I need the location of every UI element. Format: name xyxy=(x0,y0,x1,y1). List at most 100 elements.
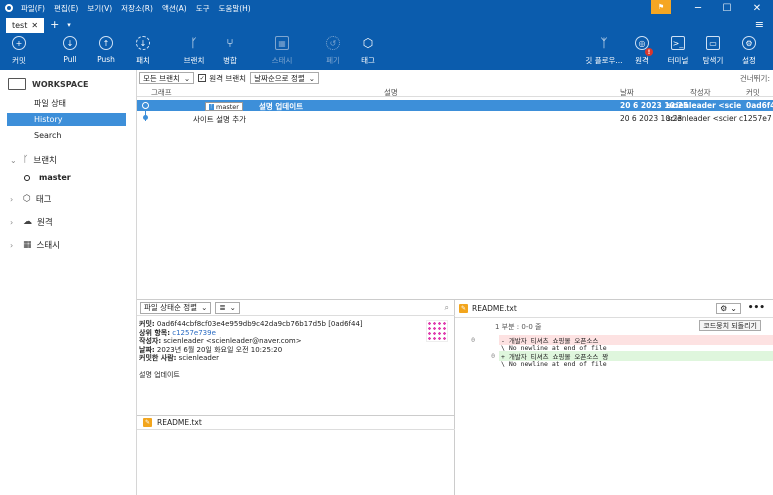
file-sort-value: 파일 상태순 정렬 xyxy=(144,303,198,312)
col-author[interactable]: 작성자 xyxy=(690,87,711,98)
file-sort-select[interactable]: 파일 상태순 정렬 ⌄ xyxy=(140,301,212,314)
flag-icon[interactable]: ⚑ xyxy=(651,0,671,14)
branch-filter-select[interactable]: 모든 브랜치 ⌄ xyxy=(139,72,195,84)
settings-button[interactable]: ⚙ 설정 xyxy=(731,36,767,66)
sidebar-section-stashes[interactable]: › ▦ 스태시 xyxy=(10,239,60,251)
tag-button[interactable]: ⬡ 태그 xyxy=(350,36,386,66)
hamburger-menu-icon[interactable]: ≡ xyxy=(755,18,764,31)
menu-repository[interactable]: 저장소(R) xyxy=(121,3,153,14)
menu-tools[interactable]: 도구 xyxy=(196,3,210,14)
sidebar-section-tags[interactable]: › ⬡ 태그 xyxy=(10,193,52,205)
tags-label: 태그 xyxy=(35,195,52,205)
sourcetree-logo-icon xyxy=(0,0,18,16)
more-options-icon[interactable]: ••• xyxy=(748,303,765,313)
title-bar: 파일(F) 편집(E) 보기(V) 저장소(R) 액션(A) 도구 도움말(H)… xyxy=(0,0,773,16)
sidebar-item-master[interactable]: master xyxy=(24,173,71,182)
remote-button[interactable]: ◎ ! 원격 xyxy=(624,36,660,66)
sidebar-section-branches[interactable]: ⌄ ᚴ 브랜치 xyxy=(10,154,57,166)
minimize-button[interactable]: ─ xyxy=(683,0,713,16)
remotes-label: 원격 xyxy=(37,218,53,228)
diff-line-text: \ No newline at end of file xyxy=(501,360,607,368)
sort-value: 날짜순으로 정렬 xyxy=(254,73,305,83)
branch-label-master[interactable]: ᚴ master xyxy=(205,102,243,111)
workspace-header: WORKSPACE xyxy=(8,78,88,90)
commit-author: scienleader <scie xyxy=(667,101,742,110)
push-button[interactable]: ↑ Push xyxy=(88,36,124,64)
cloud-icon: ☁ xyxy=(23,217,32,227)
col-graph[interactable]: 그래프 xyxy=(151,87,172,98)
close-button[interactable]: ✕ xyxy=(742,0,772,16)
commit-details-pane: 파일 상태순 정렬 ⌄ ≣ ⌄ ⌕ 커밋: 0ad6f44cbf8cf03e4e… xyxy=(137,299,455,495)
branch-button[interactable]: ᚴ 브랜치 xyxy=(176,36,212,66)
tab-dropdown-icon[interactable]: ▾ xyxy=(67,21,71,29)
skip-label[interactable]: 건너뛰기: xyxy=(740,73,770,84)
commit-author: scienleader <scier xyxy=(667,114,737,123)
tag-icon: ⬡ xyxy=(362,36,374,50)
old-line-number: 0 xyxy=(471,336,475,344)
sidebar: WORKSPACE 파일 상태 History Search ⌄ ᚴ 브랜치 m… xyxy=(0,70,137,495)
sidebar-section-remotes[interactable]: › ☁ 원격 xyxy=(10,216,53,228)
discard-button[interactable]: ↺ 폐기 xyxy=(315,36,351,66)
table-row[interactable]: 사이트 설명 추가 20 6 2023 10:23 scienleader <s… xyxy=(137,113,773,124)
col-commit[interactable]: 커밋 xyxy=(746,87,760,98)
tab-close-icon[interactable]: ✕ xyxy=(31,21,38,30)
branch-label-text: master xyxy=(216,102,239,111)
revert-hunk-button[interactable]: 코드뭉치 되돌리기 xyxy=(699,320,761,331)
stash-label: 스태시 xyxy=(271,56,293,65)
diff-header: ✎ README.txt ⚙ ⌄ ••• xyxy=(455,300,773,318)
new-tab-button[interactable]: + xyxy=(50,18,59,31)
git-flow-button[interactable]: ᛉ 깃 플로우... xyxy=(582,36,626,66)
chevron-right-icon: › xyxy=(10,217,14,227)
tab-test[interactable]: test ✕ xyxy=(6,18,45,33)
remote-branches-checkbox[interactable]: ✓ 원격 브랜치 xyxy=(198,73,246,84)
monitor-icon xyxy=(8,78,26,90)
branches-label: 브랜치 xyxy=(33,156,57,166)
menu-view[interactable]: 보기(V) xyxy=(87,3,112,14)
commit-button[interactable]: + 커밋 xyxy=(1,36,37,66)
branch-icon: ᚴ xyxy=(190,36,198,50)
tab-strip: test ✕ + ▾ ≡ xyxy=(0,16,773,33)
stashes-label: 스태시 xyxy=(36,241,60,251)
discard-icon: ↺ xyxy=(326,36,340,50)
maximize-button[interactable]: ☐ xyxy=(712,0,742,16)
menu-edit[interactable]: 편집(E) xyxy=(54,3,78,14)
sidebar-item-file-status[interactable]: 파일 상태 xyxy=(0,97,137,110)
branch-label: 브랜치 xyxy=(183,56,205,65)
diff-line-removed: 0 - 개발자 티셔츠 쇼핑몰 오픈소스 xyxy=(455,335,773,345)
commit-full-hash: 0ad6f44cbf8cf03e4e959db9c42da9cb76b17d5b… xyxy=(156,320,363,328)
changed-file-item[interactable]: ✎ README.txt xyxy=(137,415,455,430)
main-toolbar: + 커밋 ↓ Pull ↑ Push ↓ 패치 ᚴ 브랜치 ⑂ 병합 ▦ 스태시… xyxy=(0,33,773,70)
merge-button[interactable]: ⑂ 병합 xyxy=(212,36,248,66)
view-mode-select[interactable]: ≣ ⌄ xyxy=(215,301,240,314)
search-icon[interactable]: ⌕ xyxy=(445,303,449,313)
git-flow-label: 깃 플로우... xyxy=(585,56,623,65)
remote-branches-label: 원격 브랜치 xyxy=(209,73,247,83)
push-icon: ↑ xyxy=(99,36,113,50)
parent-link[interactable]: c1257e739e xyxy=(172,329,216,337)
sort-select[interactable]: 날짜순으로 정렬 ⌄ xyxy=(250,72,320,84)
committer-value: scienleader xyxy=(178,354,220,363)
fetch-button[interactable]: ↓ 패치 xyxy=(125,36,161,66)
col-description[interactable]: 설명 xyxy=(384,87,398,98)
diff-options-dropdown[interactable]: ⚙ ⌄ xyxy=(716,303,741,314)
explorer-button[interactable]: ▭ 탐색기 xyxy=(695,36,731,66)
commit-hash: 0ad6f44 xyxy=(746,101,773,110)
menu-help[interactable]: 도움말(H) xyxy=(219,3,251,14)
menu-file[interactable]: 파일(F) xyxy=(21,3,45,14)
gear-icon: ⚙ xyxy=(742,36,756,50)
merge-label: 병합 xyxy=(223,56,237,65)
sidebar-item-search[interactable]: Search xyxy=(0,129,137,142)
col-date[interactable]: 날짜 xyxy=(620,87,634,98)
stash-button[interactable]: ▦ 스태시 xyxy=(264,36,300,66)
branch-filter-value: 모든 브랜치 xyxy=(143,73,180,83)
terminal-button[interactable]: >_ 터미널 xyxy=(660,36,696,66)
graph-node-current xyxy=(142,102,149,109)
branch-name: master xyxy=(39,173,71,182)
sidebar-item-history[interactable]: History xyxy=(7,113,126,126)
diff-line-added: 0 + 개발자 티셔츠 쇼핑몰 오픈소스 짱 xyxy=(455,351,773,361)
checkmark-icon: ✓ xyxy=(198,74,207,82)
history-table-header: 그래프 설명 날짜 작성자 커밋 xyxy=(137,86,773,97)
pull-button[interactable]: ↓ Pull xyxy=(52,36,88,64)
menu-actions[interactable]: 액션(A) xyxy=(162,3,187,14)
branch-icon: ᚴ xyxy=(209,103,215,110)
